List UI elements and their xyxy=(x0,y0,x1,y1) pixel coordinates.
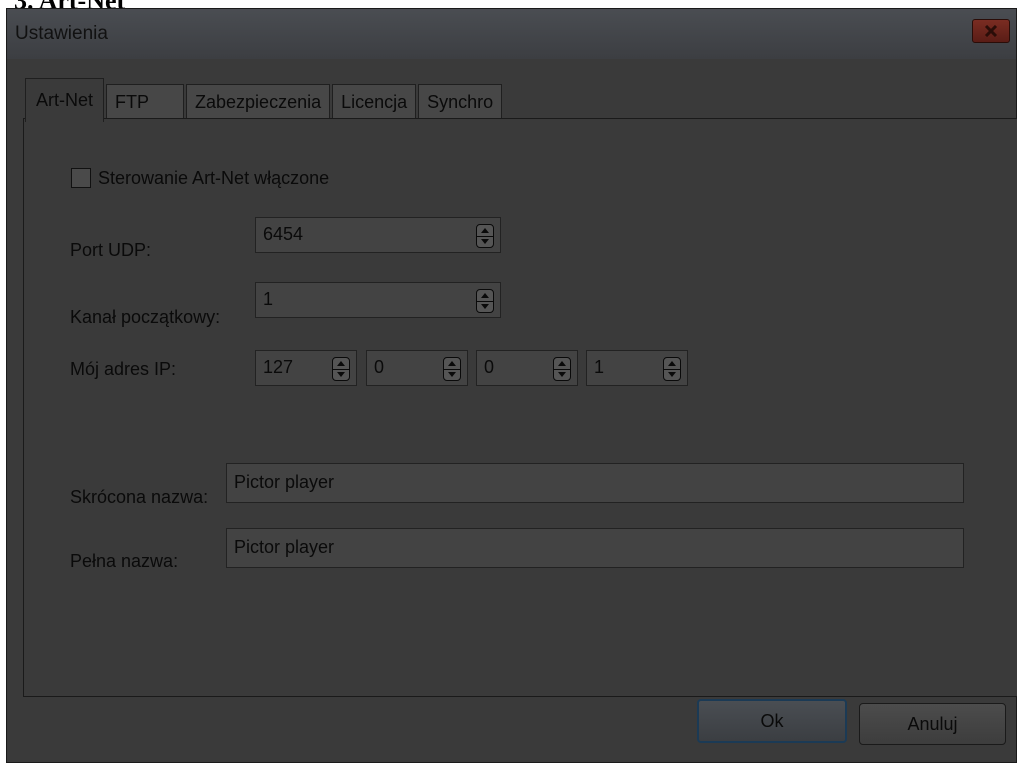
tab-ftp[interactable]: FTP xyxy=(106,84,185,120)
cancel-button[interactable]: Anuluj xyxy=(859,703,1006,745)
close-icon xyxy=(984,25,998,37)
spin-down-icon xyxy=(668,372,676,377)
start-channel-spinner[interactable] xyxy=(476,289,494,313)
spin-up-icon xyxy=(481,228,489,233)
spin-up-icon xyxy=(668,361,676,366)
close-button[interactable] xyxy=(972,19,1010,43)
spin-up-icon xyxy=(481,293,489,298)
tab-synchro[interactable]: Synchro xyxy=(418,84,503,120)
ip-octet-4-input[interactable]: 1 xyxy=(586,350,688,386)
port-udp-label: Port UDP: xyxy=(70,240,152,260)
ip-octet-1-spinner[interactable] xyxy=(332,357,350,381)
ip-address-label: Mój adres IP: xyxy=(70,359,177,379)
ip-octet-3-input[interactable]: 0 xyxy=(476,350,578,386)
ip-octet-2-spinner[interactable] xyxy=(443,357,461,381)
port-udp-spinner[interactable] xyxy=(476,224,494,248)
spin-up-icon xyxy=(558,361,566,366)
spin-down-icon xyxy=(481,304,489,309)
tab-art-net[interactable]: Art-Net xyxy=(25,78,105,122)
ip-octet-4-value: 1 xyxy=(594,357,605,377)
ip-octet-2-value: 0 xyxy=(374,357,385,377)
ip-octet-1-input[interactable]: 127 xyxy=(255,350,357,386)
title-bar[interactable]: Ustawienia xyxy=(7,9,1016,59)
ip-octet-3-spinner[interactable] xyxy=(553,357,571,381)
start-channel-input[interactable]: 1 xyxy=(255,282,501,318)
ok-button[interactable]: Ok xyxy=(697,699,847,743)
port-udp-input[interactable]: 6454 xyxy=(255,217,501,253)
spin-up-icon xyxy=(337,361,345,366)
tab-zabezpieczenia[interactable]: Zabezpieczenia xyxy=(186,84,331,120)
ip-octet-2-input[interactable]: 0 xyxy=(366,350,468,386)
spin-down-icon xyxy=(558,372,566,377)
short-name-input[interactable]: Pictor player xyxy=(226,463,964,503)
tab-bar: Art-Net FTP Zabezpieczenia Licencja Sync… xyxy=(25,78,504,122)
full-name-value: Pictor player xyxy=(234,537,335,557)
artnet-enabled-label[interactable]: Sterowanie Art-Net włączone xyxy=(98,168,329,189)
full-name-label: Pełna nazwa: xyxy=(70,551,179,571)
full-name-input[interactable]: Pictor player xyxy=(226,528,964,568)
artnet-enabled-checkbox[interactable] xyxy=(71,168,91,188)
short-name-label: Skrócona nazwa: xyxy=(70,487,209,507)
start-channel-value: 1 xyxy=(263,289,274,309)
spin-down-icon xyxy=(448,372,456,377)
port-udp-value: 6454 xyxy=(263,224,304,244)
spin-down-icon xyxy=(481,239,489,244)
window-title: Ustawienia xyxy=(15,23,108,44)
short-name-value: Pictor player xyxy=(234,472,335,492)
art-net-panel: Sterowanie Art-Net włączone Port UDP: 64… xyxy=(23,118,1017,697)
tab-licencja[interactable]: Licencja xyxy=(332,84,417,120)
ip-octet-3-value: 0 xyxy=(484,357,495,377)
ip-octet-4-spinner[interactable] xyxy=(663,357,681,381)
settings-dialog: Ustawienia Art-Net FTP Zabezpieczenia Li… xyxy=(6,8,1017,763)
spin-down-icon xyxy=(337,372,345,377)
spin-up-icon xyxy=(448,361,456,366)
start-channel-label: Kanał początkowy: xyxy=(70,307,221,327)
ip-octet-1-value: 127 xyxy=(263,357,294,377)
